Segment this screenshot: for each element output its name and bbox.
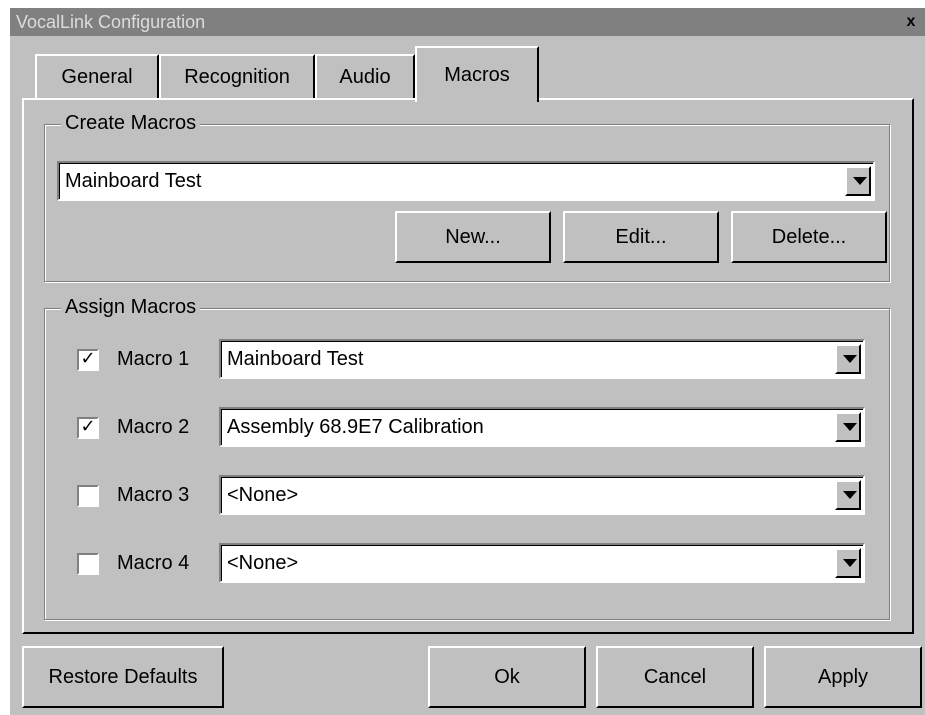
restore-defaults-button[interactable]: Restore Defaults xyxy=(22,646,224,708)
close-icon[interactable]: x xyxy=(901,12,921,32)
chevron-down-icon[interactable] xyxy=(835,480,861,510)
cancel-button[interactable]: Cancel xyxy=(596,646,754,708)
create-macros-group: Create Macros Mainboard Test New... Edit… xyxy=(44,111,890,282)
tab-label: Audio xyxy=(339,66,391,88)
chevron-down-icon[interactable] xyxy=(835,548,861,578)
macro-2-checkbox[interactable]: ✓ xyxy=(77,416,99,439)
create-macro-select[interactable]: Mainboard Test xyxy=(57,161,875,201)
config-window: VocalLink Configuration x General Recogn… xyxy=(10,8,925,715)
edit-macro-button[interactable]: Edit... xyxy=(563,211,719,263)
macro-3-checkbox[interactable] xyxy=(77,485,99,507)
macro-4-value: <None> xyxy=(227,552,299,574)
tab-general[interactable]: General xyxy=(35,54,159,98)
edit-button-label: Edit... xyxy=(615,226,667,248)
create-macros-legend: Create Macros xyxy=(61,111,201,135)
tab-label: Recognition xyxy=(184,66,290,88)
create-macro-value: Mainboard Test xyxy=(65,170,202,192)
tab-recognition[interactable]: Recognition xyxy=(159,54,315,98)
new-macro-button[interactable]: New... xyxy=(395,211,551,263)
delete-macro-button[interactable]: Delete... xyxy=(731,211,887,263)
macro-2-value: Assembly 68.9E7 Calibration xyxy=(227,416,484,438)
ok-button[interactable]: Ok xyxy=(428,646,586,708)
tab-audio[interactable]: Audio xyxy=(315,54,415,98)
macro-1-label: Macro 1 xyxy=(117,348,190,370)
macro-1-select[interactable]: Mainboard Test xyxy=(219,339,865,379)
ok-label: Ok xyxy=(494,666,520,688)
apply-label: Apply xyxy=(817,666,869,688)
delete-button-label: Delete... xyxy=(771,226,847,248)
macro-4-label: Macro 4 xyxy=(117,552,190,574)
title-bar: VocalLink Configuration x xyxy=(10,8,925,36)
apply-button[interactable]: Apply xyxy=(764,646,922,708)
assign-macros-group: Assign Macros ✓ Macro 1 Mainboard Test ✓… xyxy=(44,295,890,620)
macro-4-select[interactable]: <None> xyxy=(219,543,865,583)
restore-defaults-label: Restore Defaults xyxy=(48,666,198,688)
assign-macros-legend: Assign Macros xyxy=(61,295,201,319)
window-title: VocalLink Configuration xyxy=(16,12,206,32)
checkmark-icon: ✓ xyxy=(80,348,96,368)
macro-3-label: Macro 3 xyxy=(117,484,190,506)
macro-2-label: Macro 2 xyxy=(117,416,190,438)
chevron-down-icon[interactable] xyxy=(845,166,871,196)
new-button-label: New... xyxy=(445,226,501,248)
macro-3-value: <None> xyxy=(227,484,299,506)
cancel-label: Cancel xyxy=(643,666,707,688)
macro-1-value: Mainboard Test xyxy=(227,348,364,370)
macro-1-checkbox[interactable]: ✓ xyxy=(77,348,99,371)
tab-label: Macros xyxy=(444,64,510,86)
checkmark-icon: ✓ xyxy=(80,416,96,436)
chevron-down-icon[interactable] xyxy=(835,412,861,442)
macro-3-select[interactable]: <None> xyxy=(219,475,865,515)
macro-4-checkbox[interactable] xyxy=(77,553,99,575)
chevron-down-icon[interactable] xyxy=(835,344,861,374)
macros-panel: Create Macros Mainboard Test New... Edit… xyxy=(22,98,914,634)
macro-2-select[interactable]: Assembly 68.9E7 Calibration xyxy=(219,407,865,447)
tab-label: General xyxy=(61,66,133,88)
tab-macros[interactable]: Macros xyxy=(415,46,539,102)
